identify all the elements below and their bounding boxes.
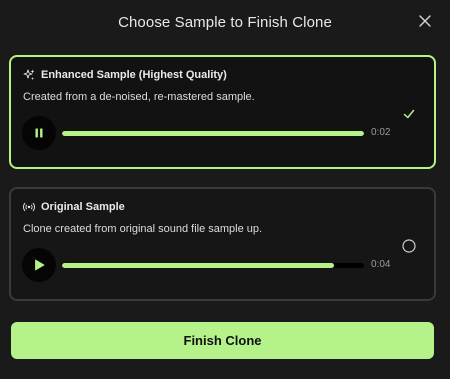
sample-title: Enhanced Sample (Highest Quality) — [41, 69, 227, 81]
pause-button[interactable] — [22, 116, 56, 150]
close-button[interactable] — [418, 14, 432, 28]
sample-card-original[interactable]: Original Sample Clone created from origi… — [9, 187, 436, 301]
audio-time: 0:04 — [371, 259, 391, 270]
audio-progress-bar[interactable] — [62, 131, 364, 136]
sample-card-enhanced[interactable]: Enhanced Sample (Highest Quality) Create… — [9, 55, 436, 169]
pause-icon — [35, 128, 43, 138]
sparkles-icon — [23, 69, 35, 81]
dialog-title: Choose Sample to Finish Clone — [118, 14, 332, 31]
progress-fill — [62, 131, 364, 136]
radio-circle-icon — [402, 239, 416, 253]
finish-clone-button[interactable]: Finish Clone — [11, 322, 434, 359]
choose-sample-dialog: Choose Sample to Finish Clone Enhanced S… — [0, 0, 450, 379]
audio-progress-bar[interactable] — [62, 263, 364, 268]
selected-check[interactable] — [402, 107, 416, 121]
check-icon — [403, 109, 415, 119]
play-button[interactable] — [22, 248, 56, 282]
sample-description: Clone created from original sound file s… — [23, 223, 263, 235]
play-icon — [35, 259, 45, 271]
card-header: Original Sample — [23, 201, 125, 213]
sample-title: Original Sample — [41, 201, 125, 213]
close-icon — [419, 15, 431, 27]
audio-time: 0:02 — [371, 127, 391, 138]
progress-fill — [62, 263, 334, 268]
card-header: Enhanced Sample (Highest Quality) — [23, 69, 227, 81]
sample-description: Created from a de-noised, re-mastered sa… — [23, 91, 255, 103]
broadcast-icon — [23, 201, 35, 213]
select-radio[interactable] — [402, 239, 416, 253]
